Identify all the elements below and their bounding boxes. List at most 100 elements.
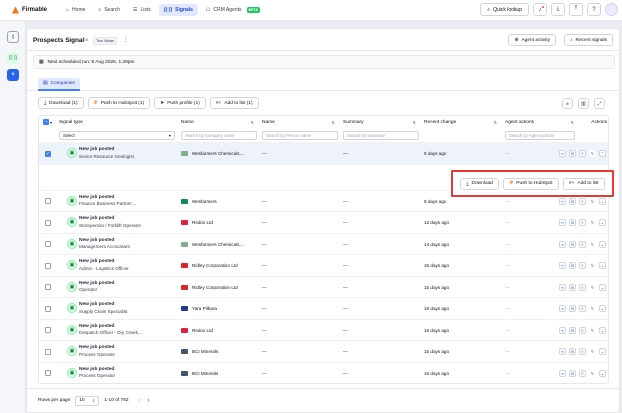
- table-row[interactable]: ▣ New job posted Supply Chain Specialist Ya…: [39, 297, 608, 320]
- link-icon[interactable]: ∞: [559, 326, 566, 334]
- select-all-header[interactable]: – ▾: [43, 116, 52, 128]
- chevron-down-icon[interactable]: ⌄: [599, 369, 606, 377]
- sort-icon[interactable]: ⇅: [494, 120, 497, 125]
- list-add-icon[interactable]: ≡: [579, 283, 586, 291]
- bulk-push-profile-button[interactable]: ➤ Push profile (1): [154, 97, 206, 109]
- list-add-icon[interactable]: ≡: [579, 262, 586, 269]
- help-button[interactable]: ?: [587, 3, 601, 16]
- pin-icon[interactable]: ✎: [589, 305, 596, 312]
- col-signal-type[interactable]: Signal type: [59, 116, 177, 128]
- download-button[interactable]: ⤓: [551, 3, 565, 16]
- company-cell[interactable]: Wesfarmers Chemicals,...: [181, 234, 259, 256]
- company-cell[interactable]: Wesfarmers: [181, 191, 259, 213]
- nav-search[interactable]: ⌕ Search: [93, 4, 125, 16]
- row-checkbox[interactable]: [45, 219, 51, 226]
- list-add-icon[interactable]: ≡: [579, 240, 586, 248]
- row-checkbox[interactable]: [45, 198, 51, 205]
- rows-per-page-select[interactable]: 10 ⇕: [75, 395, 100, 406]
- notifications-button[interactable]: ♪: [533, 3, 547, 16]
- linkedin-icon[interactable]: in: [569, 305, 576, 312]
- bulk-push-hubspot-button[interactable]: ✻ Push to HubSpot (1): [87, 97, 151, 109]
- table-row[interactable]: ▣ New job posted Admin - Logistics Officer…: [39, 254, 608, 277]
- row-checkbox[interactable]: [45, 262, 51, 269]
- company-cell[interactable]: BCI Minerals: [181, 363, 259, 384]
- chevron-down-icon[interactable]: ⌄: [599, 240, 606, 248]
- avatar[interactable]: [605, 3, 618, 16]
- row-checkbox[interactable]: [45, 241, 51, 248]
- col-recent-change[interactable]: Recent change ⇅: [424, 116, 500, 128]
- pin-icon[interactable]: ✎: [589, 197, 596, 205]
- next-page-icon[interactable]: ›: [148, 398, 150, 404]
- pin-icon[interactable]: ✎: [589, 283, 596, 291]
- chevron-down-icon[interactable]: ⌄: [599, 219, 606, 226]
- filter-columns-button[interactable]: ⫸: [562, 98, 573, 109]
- col-summary[interactable]: Summary ⇅: [343, 116, 419, 128]
- pin-icon[interactable]: ✎: [589, 348, 596, 355]
- link-icon[interactable]: ∞: [559, 240, 566, 248]
- summary-search-input[interactable]: Search by Summary: [343, 131, 419, 140]
- row-checkbox[interactable]: [45, 370, 51, 377]
- sort-icon[interactable]: ⇅: [332, 120, 335, 125]
- nav-lists[interactable]: ☰ Lists: [128, 4, 156, 16]
- table-row[interactable]: ▣ New job posted Process Operator BCI Miner…: [39, 340, 608, 363]
- linkedin-icon[interactable]: in: [569, 262, 576, 269]
- company-search-input[interactable]: Search by Company name: [181, 131, 257, 140]
- link-icon[interactable]: ∞: [559, 283, 566, 291]
- linkedin-icon[interactable]: in: [569, 240, 576, 248]
- sort-icon[interactable]: ⇅: [413, 120, 416, 125]
- upload-button[interactable]: ⤒: [569, 3, 583, 16]
- pin-icon[interactable]: ✎: [589, 262, 596, 269]
- company-cell[interactable]: Wesfarmers Chemicals,...: [181, 143, 259, 165]
- nav-home[interactable]: ⌂ Home: [61, 4, 90, 16]
- company-cell[interactable]: Redox Ltd: [181, 320, 259, 342]
- linkedin-icon[interactable]: in: [569, 197, 576, 205]
- nav-crm-agents[interactable]: ☖ CRM Agents BETA: [201, 4, 265, 16]
- col-name-person[interactable]: Name ⇅: [262, 116, 338, 128]
- row-download-button[interactable]: ⤓ Download: [460, 177, 499, 190]
- link-icon[interactable]: ∞: [559, 369, 566, 377]
- sort-icon[interactable]: ⇅: [251, 120, 254, 125]
- expand-button[interactable]: ⤢: [594, 98, 605, 109]
- bulk-download-button[interactable]: ⤓ Download (1): [38, 97, 84, 109]
- pin-icon[interactable]: ✎: [589, 326, 596, 334]
- table-row[interactable]: ▣ New job posted Despatch Officer - Dry Cr…: [39, 318, 608, 342]
- link-icon[interactable]: ∞: [559, 348, 566, 355]
- sidebar-toggle-button[interactable]: ▯: [7, 31, 19, 43]
- link-icon[interactable]: ∞: [559, 219, 566, 226]
- view-columns-button[interactable]: ▥: [578, 98, 589, 109]
- chevron-down-icon[interactable]: ⌄: [599, 305, 606, 312]
- table-row[interactable]: ▣ New job posted Operator Ridley Corporatio…: [39, 275, 608, 299]
- list-add-icon[interactable]: ≡: [579, 305, 586, 312]
- row-push-hubspot-button[interactable]: ✻ Push to HubSpot: [503, 177, 559, 190]
- row-checkbox[interactable]: [45, 327, 51, 334]
- agent-activity-button[interactable]: ⊕ Agent activity: [508, 34, 556, 46]
- signals-rail-button[interactable]: ((·)): [7, 52, 19, 64]
- pin-icon[interactable]: ✎: [589, 150, 596, 157]
- bulk-add-to-list-button[interactable]: ≡+ Add to list (1): [209, 97, 259, 109]
- add-rail-button[interactable]: +: [7, 69, 19, 81]
- pin-icon[interactable]: ✎: [589, 240, 596, 248]
- chevron-down-icon[interactable]: ⌄: [599, 262, 606, 269]
- link-icon[interactable]: ∞: [559, 197, 566, 205]
- row-checkbox[interactable]: [45, 348, 51, 355]
- chevron-down-icon[interactable]: ⌄: [599, 283, 606, 291]
- linkedin-icon[interactable]: in: [569, 369, 576, 377]
- person-search-input[interactable]: Search by Person name: [262, 131, 338, 140]
- chevron-down-icon[interactable]: ⌄: [599, 197, 606, 205]
- more-options-icon[interactable]: ⋮: [123, 36, 129, 43]
- linkedin-icon[interactable]: in: [569, 219, 576, 226]
- signal-type-select[interactable]: Select ▾: [59, 131, 175, 140]
- company-cell[interactable]: Redox Ltd: [181, 212, 259, 234]
- previous-page-icon[interactable]: ‹: [139, 398, 141, 404]
- linkedin-icon[interactable]: in: [569, 283, 576, 291]
- app-logo[interactable]: Firmable: [12, 6, 47, 14]
- chevron-up-icon[interactable]: ⌃: [599, 150, 606, 157]
- list-add-icon[interactable]: ≡: [579, 150, 586, 157]
- company-cell[interactable]: BCI Minerals: [181, 341, 259, 363]
- row-checkbox[interactable]: ✓: [45, 150, 51, 157]
- pin-icon[interactable]: ✎: [589, 219, 596, 226]
- company-cell[interactable]: Yara Pilbara: [181, 298, 259, 320]
- row-add-to-list-button[interactable]: ≡+ Add to list: [562, 177, 605, 190]
- company-cell[interactable]: Ridley Corporation Ltd: [181, 277, 259, 299]
- company-cell[interactable]: Ridley Corporation Ltd: [181, 255, 259, 277]
